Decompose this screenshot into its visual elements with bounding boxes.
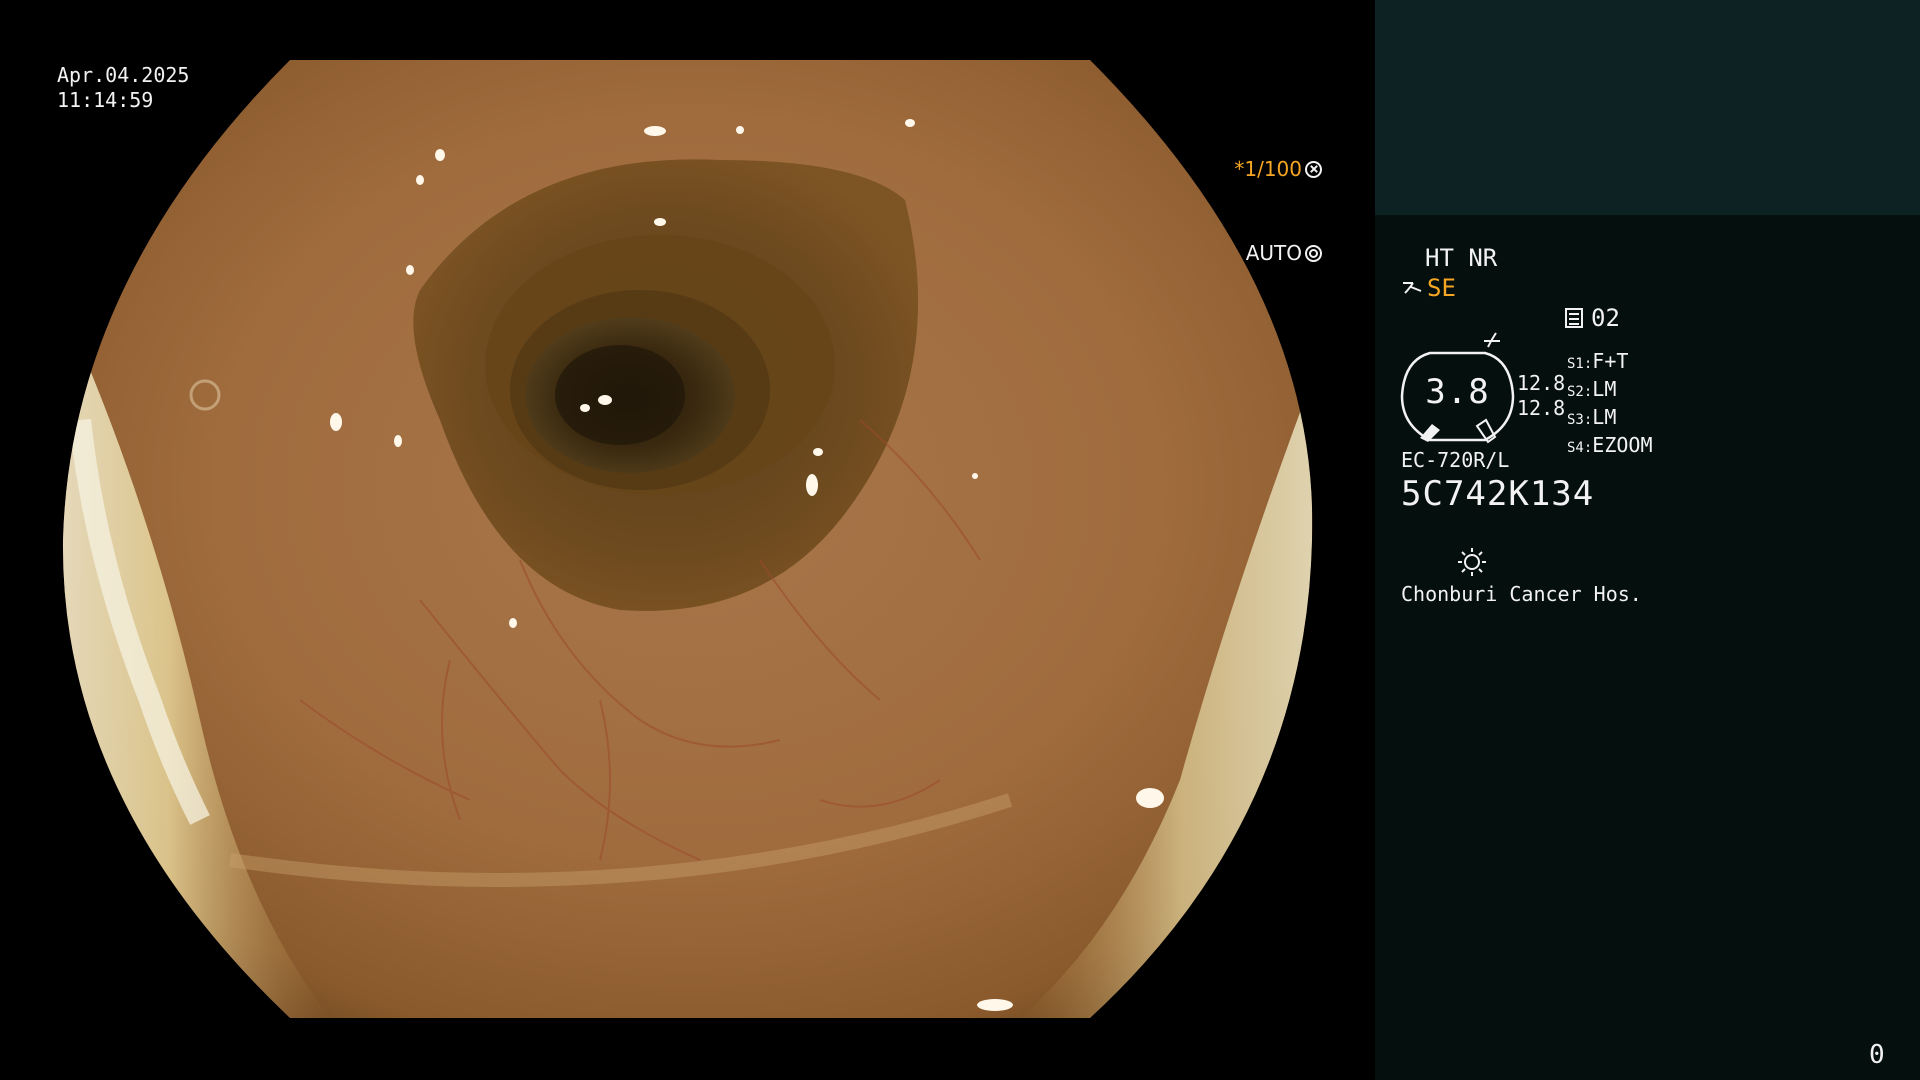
time-text: 11:14:59 bbox=[57, 88, 154, 112]
enhance-mode-text: HT NR bbox=[1425, 244, 1498, 272]
switch-value: F+T bbox=[1592, 349, 1629, 373]
switch-value: LM bbox=[1592, 377, 1617, 401]
structure-mode-text: SE bbox=[1427, 274, 1456, 302]
hospital-name-text: Chonburi Cancer Hos. bbox=[1401, 582, 1642, 606]
aperture-icon bbox=[1305, 160, 1322, 178]
endoscope-view: Apr.04.2025 11:14:59 *1/100 AUTO bbox=[0, 0, 1375, 1080]
exposure-display: *1/100 AUTO bbox=[1234, 99, 1322, 323]
memory-channel-text: 02 bbox=[1591, 304, 1620, 332]
date-text: Apr.04.2025 bbox=[57, 63, 190, 87]
scope-model-text: EC-720R/L bbox=[1401, 448, 1510, 472]
gauge-side-value-1: 12.8 bbox=[1517, 371, 1566, 395]
endoscopy-monitor: Apr.04.2025 11:14:59 *1/100 AUTO HT NR S… bbox=[0, 0, 1920, 1080]
switch-value: EZOOM bbox=[1592, 433, 1653, 457]
switch-assignments: S1:F+T S2:LM S3:LM S4:EZOOM bbox=[1567, 349, 1653, 461]
structure-enhance-icon bbox=[1403, 282, 1422, 294]
info-panel: HT NR SE 02 3.8 12.8 12.8 S1:F+T S2:LM S bbox=[1375, 0, 1920, 1080]
gauge-side-values: 12.8 12.8 bbox=[1517, 371, 1565, 421]
thumbnail-area bbox=[1375, 0, 1920, 215]
gauge-side-value-2: 12.8 bbox=[1517, 396, 1566, 420]
switch-key: S2: bbox=[1567, 384, 1593, 400]
date-time-display: Apr.04.2025 11:14:59 bbox=[57, 63, 189, 113]
gauge-value-text: 3.8 bbox=[1425, 372, 1490, 412]
switch-key: S4: bbox=[1567, 440, 1593, 456]
serial-number-text: 5C742K134 bbox=[1401, 474, 1595, 514]
colon-lumen-image bbox=[62, 60, 1313, 1018]
switch-key: S3: bbox=[1567, 412, 1593, 428]
frame-counter-text: 0 bbox=[1869, 1040, 1885, 1070]
structure-enhance-row: SE bbox=[1401, 274, 1456, 302]
iris-mode-text: AUTO bbox=[1245, 241, 1302, 265]
ring-icon bbox=[1305, 244, 1322, 262]
switch-value: LM bbox=[1592, 405, 1617, 429]
memory-channel-row: 02 bbox=[1565, 304, 1620, 332]
memory-icon bbox=[1565, 308, 1583, 328]
shutter-speed-text: *1/100 bbox=[1234, 157, 1302, 181]
switch-key: S1: bbox=[1567, 356, 1593, 372]
